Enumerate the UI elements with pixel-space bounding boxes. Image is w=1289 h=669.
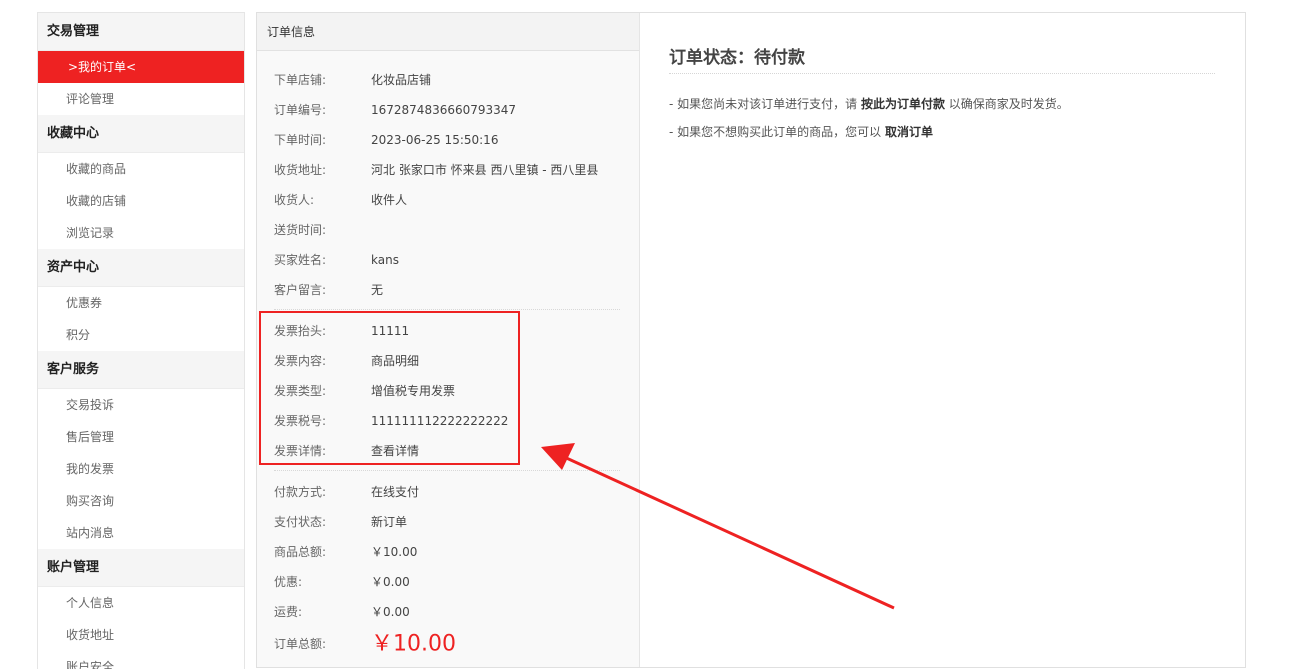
info-row-order-number: 订单编号: 1672874836660793347: [274, 100, 516, 120]
sidebar-item-points[interactable]: 积分: [38, 319, 244, 351]
cancel-tip-prefix: - 如果您不想购买此订单的商品，您可以: [669, 125, 885, 139]
info-value-address: 河北 张家口市 怀来县 西八里镇 - 西八里县: [371, 163, 599, 177]
sidebar-item-profile[interactable]: 个人信息: [38, 587, 244, 619]
info-row-delivery-time: 送货时间:: [274, 220, 371, 240]
info-value-order-number: 1672874836660793347: [371, 103, 517, 117]
sidebar-item-history[interactable]: 浏览记录: [38, 217, 244, 249]
info-label: 收货地址:: [274, 163, 327, 177]
sidebar-item-messages[interactable]: 站内消息: [38, 517, 244, 549]
pay-row-shipping: 运费: ￥0.00: [274, 602, 410, 622]
sidebar-item-complaints[interactable]: 交易投诉: [38, 389, 244, 421]
pay-row-method: 付款方式: 在线支付: [274, 482, 419, 502]
pay-row-status: 支付状态: 新订单: [274, 512, 407, 532]
divider: [669, 73, 1215, 74]
sidebar-item-fav-shops[interactable]: 收藏的店铺: [38, 185, 244, 217]
sidebar: 交易管理 >我的订单< 评论管理 收藏中心 收藏的商品 收藏的店铺 浏览记录 资…: [37, 12, 245, 669]
order-status-title: 订单状态：待付款: [669, 48, 805, 68]
info-label: 买家姓名:: [274, 253, 327, 267]
pay-value-shipping: ￥0.00: [371, 605, 410, 619]
invoice-highlight-box: [259, 311, 520, 465]
pay-row-discount: 优惠: ￥0.00: [274, 572, 410, 592]
info-row-buyer-name: 买家姓名: kans: [274, 250, 399, 270]
sidebar-group-service: 客户服务: [38, 351, 244, 389]
info-row-address: 收货地址: 河北 张家口市 怀来县 西八里镇 - 西八里县: [274, 160, 598, 180]
sidebar-group-account: 账户管理: [38, 549, 244, 587]
divider: [274, 470, 620, 471]
cancel-order-link[interactable]: 取消订单: [885, 125, 933, 139]
pay-label: 运费:: [274, 605, 303, 619]
info-row-message: 客户留言: 无: [274, 280, 383, 300]
cancel-tip: - 如果您不想购买此订单的商品，您可以 取消订单: [669, 123, 933, 140]
info-row-receiver: 收货人: 收件人: [274, 190, 407, 210]
pay-row-order-total: 订单总额: ￥10.00: [274, 630, 456, 658]
info-label: 下单时间:: [274, 133, 327, 147]
pay-label: 商品总额:: [274, 545, 327, 559]
info-label: 收货人:: [274, 193, 315, 207]
info-label: 客户留言:: [274, 283, 327, 297]
sidebar-item-coupons[interactable]: 优惠券: [38, 287, 244, 319]
sidebar-item-reviews[interactable]: 评论管理: [38, 83, 244, 115]
info-value-receiver: 收件人: [371, 193, 408, 207]
sidebar-group-trade: 交易管理: [38, 13, 244, 51]
sidebar-item-inquiries[interactable]: 购买咨询: [38, 485, 244, 517]
order-info-title: 订单信息: [257, 13, 639, 51]
pay-label: 订单总额:: [274, 637, 327, 651]
info-label: 送货时间:: [274, 223, 327, 237]
pay-label: 优惠:: [274, 575, 303, 589]
pay-tip: - 如果您尚未对该订单进行支付，请 按此为订单付款 以确保商家及时发货。: [669, 95, 1069, 112]
sidebar-item-my-orders[interactable]: >我的订单<: [38, 51, 244, 83]
pay-value-order-total: ￥10.00: [371, 631, 456, 657]
pay-value-method: 在线支付: [371, 485, 420, 499]
info-label: 下单店铺:: [274, 73, 327, 87]
divider: [274, 309, 620, 310]
sidebar-item-after-sales[interactable]: 售后管理: [38, 421, 244, 453]
pay-value-status: 新订单: [371, 515, 408, 529]
info-value-buyer-name: kans: [371, 253, 399, 267]
pay-value-goods-total: ￥10.00: [371, 545, 418, 559]
info-row-order-time: 下单时间: 2023-06-25 15:50:16: [274, 130, 498, 150]
info-row-shop: 下单店铺: 化妆品店铺: [274, 70, 431, 90]
info-value-message: 无: [371, 283, 384, 297]
pay-now-link[interactable]: 按此为订单付款: [861, 97, 945, 111]
info-label: 订单编号:: [274, 103, 327, 117]
pay-row-goods-total: 商品总额: ￥10.00: [274, 542, 417, 562]
pay-value-discount: ￥0.00: [371, 575, 410, 589]
pay-tip-prefix: - 如果您尚未对该订单进行支付，请: [669, 97, 861, 111]
info-value-shop: 化妆品店铺: [371, 73, 432, 87]
sidebar-item-my-invoices[interactable]: 我的发票: [38, 453, 244, 485]
info-value-order-time: 2023-06-25 15:50:16: [371, 133, 499, 147]
sidebar-group-favorites: 收藏中心: [38, 115, 244, 153]
pay-label: 支付状态:: [274, 515, 327, 529]
sidebar-group-assets: 资产中心: [38, 249, 244, 287]
sidebar-item-fav-goods[interactable]: 收藏的商品: [38, 153, 244, 185]
sidebar-item-security[interactable]: 账户安全: [38, 651, 244, 669]
sidebar-item-addresses[interactable]: 收货地址: [38, 619, 244, 651]
pay-label: 付款方式:: [274, 485, 327, 499]
pay-tip-suffix: 以确保商家及时发货。: [944, 97, 1069, 111]
